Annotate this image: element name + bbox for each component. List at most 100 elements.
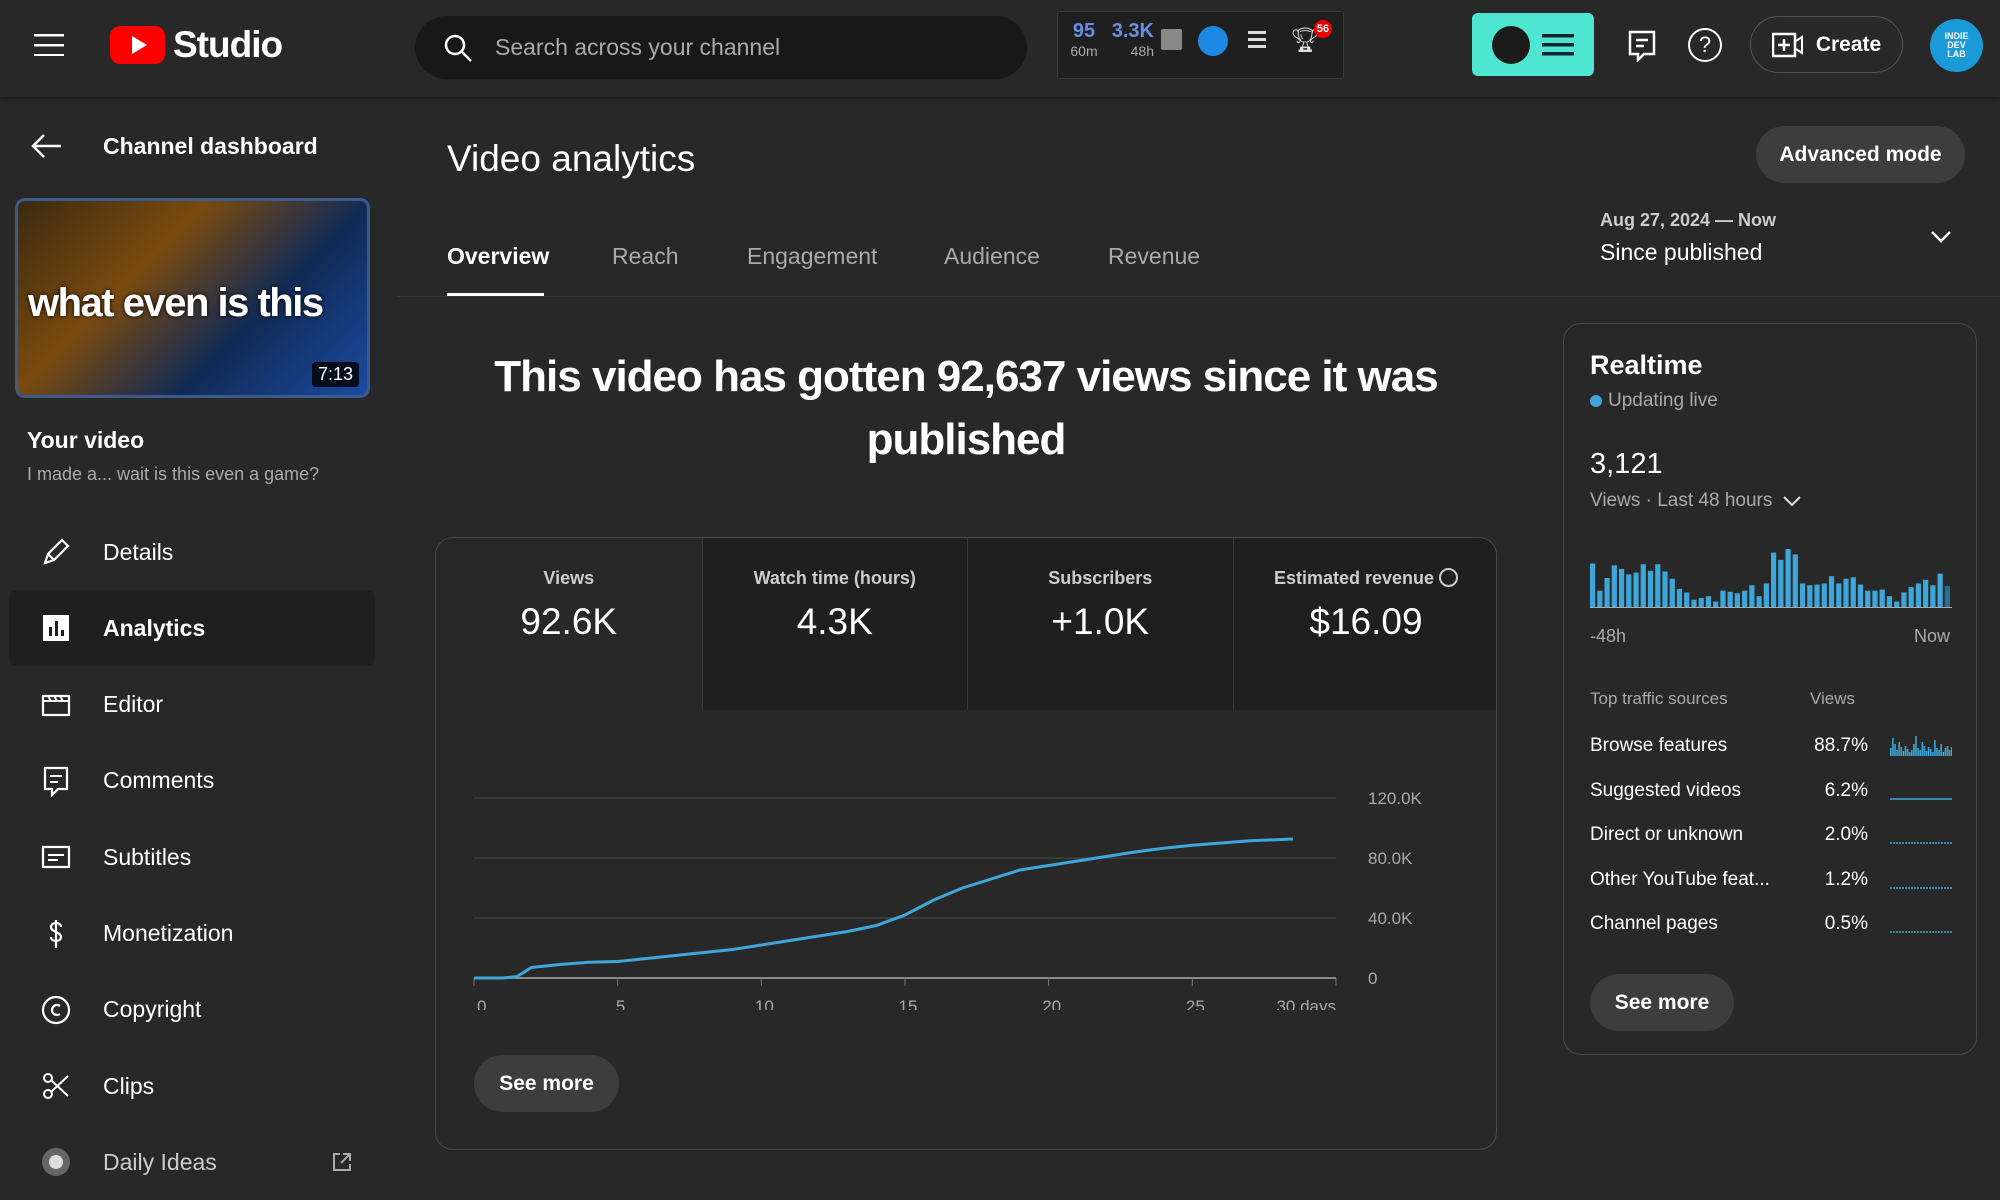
tab-revenue[interactable]: Revenue (1108, 243, 1200, 270)
realtime-bar[interactable] (1843, 578, 1849, 607)
realtime-bar[interactable] (1640, 564, 1646, 607)
feedback-icon[interactable] (1628, 30, 1656, 67)
realtime-bar[interactable] (1872, 590, 1878, 607)
end-label: Now (1913, 626, 1950, 646)
sidebar-item-monetization[interactable]: Monetization (9, 896, 375, 972)
realtime-bar[interactable] (1850, 577, 1856, 607)
help-icon[interactable]: ? (1688, 28, 1722, 62)
realtime-bar[interactable] (1901, 592, 1907, 608)
see-more-button[interactable]: See more (474, 1055, 619, 1112)
realtime-bar[interactable] (1771, 552, 1777, 607)
realtime-bar[interactable] (1742, 590, 1748, 607)
realtime-bar[interactable] (1662, 571, 1668, 607)
views-series-line[interactable] (474, 837, 1293, 980)
realtime-bar[interactable] (1720, 590, 1726, 607)
tab-audience[interactable]: Audience (944, 243, 1040, 270)
menu-icon[interactable] (34, 34, 64, 61)
date-range-select[interactable]: Aug 27, 2024 — Now Since published (1600, 210, 1960, 270)
realtime-bar[interactable] (1698, 597, 1704, 607)
realtime-bar[interactable] (1814, 584, 1820, 607)
realtime-bar[interactable] (1785, 549, 1791, 607)
realtime-bar[interactable] (1618, 568, 1625, 607)
video-thumbnail[interactable]: what even is this 7:13 (15, 198, 370, 398)
realtime-bar[interactable] (1590, 563, 1596, 608)
realtime-bar[interactable] (1799, 583, 1806, 607)
realtime-bar[interactable] (1930, 585, 1936, 607)
realtime-bar[interactable] (1727, 591, 1733, 607)
realtime-bar[interactable] (1821, 583, 1827, 607)
realtime-bar[interactable] (1886, 596, 1893, 607)
tab-engagement[interactable]: Engagement (747, 243, 877, 270)
tubebuddy-button[interactable] (1472, 13, 1594, 76)
list-icon[interactable] (1248, 30, 1266, 53)
sidebar-item-clips[interactable]: Clips (9, 1048, 375, 1124)
realtime-bar[interactable] (1915, 583, 1922, 607)
channel-dashboard-link[interactable]: Channel dashboard (103, 133, 318, 160)
vidiq-icon[interactable] (1198, 26, 1228, 56)
realtime-bar[interactable] (1655, 564, 1661, 607)
realtime-bar[interactable] (1669, 578, 1675, 607)
realtime-bar[interactable] (1604, 578, 1610, 607)
realtime-bar[interactable] (1611, 565, 1617, 607)
realtime-bar[interactable] (1647, 570, 1654, 607)
realtime-bar[interactable] (1908, 587, 1914, 607)
realtime-bar[interactable] (1763, 583, 1769, 607)
sidebar-item-copyright[interactable]: Copyright (9, 972, 375, 1048)
realtime-bar[interactable] (1691, 599, 1697, 607)
realtime-bar[interactable] (1597, 590, 1603, 607)
realtime-bar[interactable] (1937, 573, 1943, 607)
views-60m: 95 (1072, 20, 1096, 42)
x-tick-label: 20 (1042, 997, 1061, 1010)
pencil-icon (9, 536, 103, 568)
realtime-bar[interactable] (1828, 576, 1835, 607)
realtime-see-more-button[interactable]: See more (1590, 974, 1734, 1031)
back-arrow-icon[interactable] (30, 133, 62, 164)
sidebar-item-daily-ideas[interactable]: Daily Ideas (9, 1124, 375, 1200)
avatar[interactable]: INDIE DEV LAB (1930, 19, 1983, 72)
realtime-bar-chart (1590, 549, 1952, 608)
realtime-bar[interactable] (1633, 572, 1639, 607)
realtime-card: Realtime Updating live 3,121 Views · Las… (1563, 323, 1977, 1055)
source-name: Direct or unknown (1590, 824, 1744, 846)
realtime-bar[interactable] (1807, 585, 1813, 607)
sidebar-item-subtitles[interactable]: Subtitles (9, 819, 375, 895)
chevron-down-icon (1783, 496, 1802, 507)
sidebar-item-editor[interactable]: Editor (9, 667, 375, 743)
traffic-source-row: Suggested videos 6.2% (1590, 771, 1952, 811)
studio-logo[interactable]: Studio (110, 24, 283, 66)
search-input[interactable]: Search across your channel (415, 16, 1027, 79)
tab-overview[interactable]: Overview (447, 243, 549, 270)
period-select[interactable]: Views · Last 48 hours (1590, 490, 1802, 512)
realtime-bar[interactable] (1894, 601, 1900, 607)
realtime-bar[interactable] (1944, 585, 1950, 607)
realtime-bar[interactable] (1879, 589, 1885, 607)
advanced-mode-button[interactable]: Advanced mode (1756, 126, 1965, 183)
external-link-icon[interactable] (331, 1151, 353, 1173)
realtime-bar[interactable] (1923, 579, 1929, 607)
realtime-bar[interactable] (1792, 554, 1798, 607)
realtime-bar[interactable] (1713, 601, 1719, 607)
realtime-bar[interactable] (1705, 596, 1712, 607)
realtime-bar[interactable] (1626, 574, 1632, 607)
create-button[interactable]: Create (1750, 16, 1903, 73)
metric-tile-estimated[interactable]: Estimated revenue $16.09 (1232, 538, 1496, 710)
tab-reach[interactable]: Reach (612, 243, 678, 270)
realtime-bar[interactable] (1756, 596, 1762, 607)
realtime-bar[interactable] (1684, 592, 1690, 608)
source-name: Other YouTube feat... (1590, 868, 1770, 890)
metric-tile-views[interactable]: Views 92.6K (436, 538, 702, 710)
realtime-bar[interactable] (1865, 590, 1871, 607)
sidebar-item-details[interactable]: Details (9, 514, 375, 590)
sidebar-item-comments[interactable]: Comments (9, 743, 375, 819)
realtime-bar[interactable] (1734, 593, 1741, 607)
metric-tile-subscribers[interactable]: Subscribers +1.0K (967, 538, 1233, 710)
sidebar-item-analytics[interactable]: Analytics (9, 590, 375, 667)
realtime-bar[interactable] (1857, 584, 1864, 607)
metric-tile-watch[interactable]: Watch time (hours) 4.3K (701, 538, 967, 710)
menu-icon (1542, 33, 1574, 55)
realtime-bar[interactable] (1778, 559, 1784, 607)
realtime-bar[interactable] (1676, 588, 1683, 607)
realtime-bar[interactable] (1836, 583, 1842, 607)
stats-chart-icon[interactable] (1161, 29, 1182, 50)
realtime-bar[interactable] (1749, 585, 1755, 607)
